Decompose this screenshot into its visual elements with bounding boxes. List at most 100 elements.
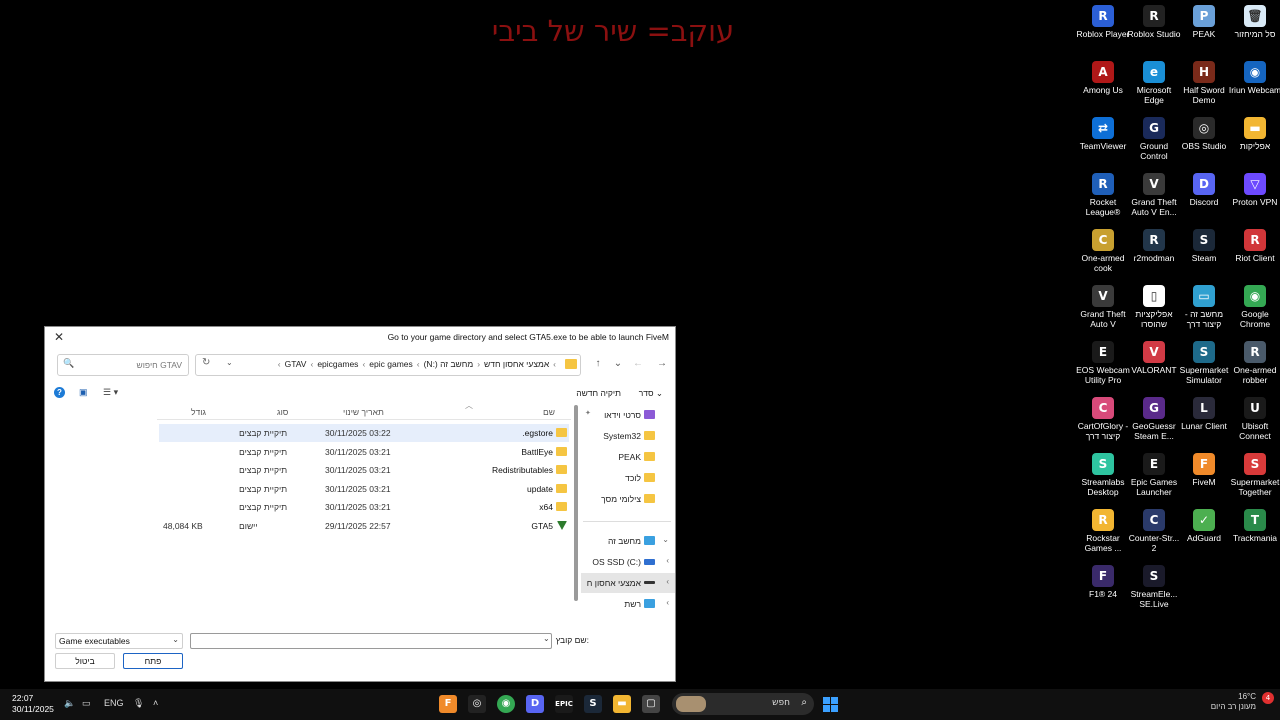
nav-item[interactable]: לוכד [581, 468, 675, 488]
volume-icon[interactable]: 🔈 [64, 698, 75, 709]
desktop-shortcut[interactable]: F FiveM [1176, 453, 1232, 487]
windows-start-icon[interactable] [823, 697, 838, 712]
desktop-shortcut[interactable]: G Ground Control [1126, 117, 1182, 161]
desktop-shortcut[interactable]: P PEAK [1176, 5, 1232, 39]
desktop-shortcut[interactable]: R Rockstar Games ... [1075, 509, 1131, 553]
column-header-date[interactable]: תאריך שינוי [343, 407, 384, 419]
taskbar-search[interactable]: חפש ⌕ [672, 693, 814, 715]
desktop-shortcut[interactable]: U Ubisoft Connect [1227, 397, 1280, 441]
gta-taskbar-icon[interactable]: ◎ [468, 695, 486, 713]
weather-widget[interactable]: 16°C מעונן רב היום [1211, 692, 1256, 712]
desktop-shortcut[interactable]: S Supermarket Together [1227, 453, 1280, 497]
search-input[interactable]: 🔍 חיפוש GTAV [57, 354, 189, 376]
address-dropdown-icon[interactable]: ⌄ [226, 358, 233, 367]
fivem-taskbar-icon[interactable]: F [439, 695, 457, 713]
desktop-shortcut[interactable]: ◉ Google Chrome [1227, 285, 1280, 329]
clock[interactable]: 22:07 30/11/2025 [12, 693, 54, 715]
steam-taskbar-icon[interactable]: S [584, 695, 602, 713]
close-icon[interactable]: ✕ [51, 329, 67, 345]
discord-taskbar-icon[interactable]: D [526, 695, 544, 713]
cancel-button[interactable]: ביטול [55, 653, 115, 669]
file-row[interactable]: Redistributables 30/11/2025 03:21 תיקיית ק… [159, 461, 569, 479]
recent-dropdown-icon[interactable]: ⌄ [611, 357, 625, 371]
chevron-icon[interactable]: ‹ [666, 577, 669, 586]
desktop-shortcut[interactable]: ▬ אפליקות [1227, 117, 1280, 151]
desktop-shortcut[interactable]: ◎ OBS Studio [1176, 117, 1232, 151]
file-row[interactable]: GTA5 29/11/2025 22:57 יישום 48,084 KB [159, 517, 569, 535]
nav-item[interactable]: צילומי מסך [581, 489, 675, 509]
chevron-icon[interactable]: ⌄ [662, 535, 669, 544]
refresh-icon[interactable]: ↻ [202, 357, 210, 368]
desktop-shortcut[interactable]: C CartOfGlory - קיצור דרך [1075, 397, 1131, 441]
breadcrumb-item[interactable]: epicgames [317, 359, 358, 369]
filename-input[interactable]: ⌄ [190, 633, 552, 649]
desktop-shortcut[interactable]: R Roblox Studio [1126, 5, 1182, 39]
desktop-shortcut[interactable]: E EOS Webcam Utility Pro [1075, 341, 1131, 385]
desktop-shortcut[interactable]: C One-armed cook [1075, 229, 1131, 273]
desktop-shortcut[interactable]: ◉ Iriun Webcam [1227, 61, 1280, 95]
view-menu-icon[interactable]: ☰ ▾ [103, 387, 118, 398]
language-indicator[interactable]: ENG [104, 698, 124, 708]
nav-item[interactable]: OS SSD (C:) ‹ [581, 552, 675, 572]
notification-badge[interactable]: 4 [1262, 692, 1274, 704]
desktop-shortcut[interactable]: D Discord [1176, 173, 1232, 207]
desktop-shortcut[interactable]: G GeoGuessr Steam E... [1126, 397, 1182, 441]
organize-menu[interactable]: סדר ⌄ [639, 388, 663, 399]
desktop-shortcut[interactable]: ▽ Proton VPN [1227, 173, 1280, 207]
desktop-shortcut[interactable]: e Microsoft Edge [1126, 61, 1182, 105]
desktop-shortcut[interactable]: ✓ AdGuard [1176, 509, 1232, 543]
desktop-shortcut[interactable]: F F1® 24 [1075, 565, 1131, 599]
file-row[interactable]: x64 30/11/2025 03:21 תיקיית קבצים [159, 498, 569, 516]
desktop-shortcut[interactable]: R Roblox Player [1075, 5, 1131, 39]
column-header-type[interactable]: סוג [277, 407, 288, 419]
nav-item[interactable]: סרטי וידאו ✦ [581, 405, 675, 425]
file-list-scrollbar[interactable] [574, 405, 578, 601]
desktop-shortcut[interactable]: ⇄ TeamViewer [1075, 117, 1131, 151]
back-arrow-icon[interactable]: → [655, 357, 669, 371]
preview-pane-icon[interactable]: ▣ [79, 387, 88, 398]
desktop-shortcut[interactable]: T Trackmania [1227, 509, 1280, 543]
desktop-shortcut[interactable]: E Epic Games Launcher [1126, 453, 1182, 497]
column-header-size[interactable]: גודל [191, 407, 206, 419]
desktop-shortcut[interactable]: H Half Sword Demo [1176, 61, 1232, 105]
microphone-icon[interactable]: 🎙 [133, 698, 144, 709]
desktop-shortcut[interactable]: R Rocket League® [1075, 173, 1131, 217]
file-row[interactable]: .egstore 30/11/2025 03:22 תיקיית קבצים [159, 424, 569, 442]
dialog-titlebar[interactable]: ✕ Go to your game directory and select G… [45, 327, 675, 347]
file-explorer-taskbar-icon[interactable]: ▬ [613, 695, 631, 713]
breadcrumb-item[interactable]: epic games [369, 359, 412, 369]
desktop-shortcut[interactable]: R Riot Client [1227, 229, 1280, 263]
forward-arrow-icon[interactable]: ← [631, 357, 645, 371]
desktop-shortcut[interactable]: A Among Us [1075, 61, 1131, 95]
desktop-shortcut[interactable]: S Steam [1176, 229, 1232, 263]
chevron-down-icon[interactable]: ⌄ [543, 634, 550, 643]
desktop-shortcut[interactable]: ▯ אפליקציות שהוסרו [1126, 285, 1182, 329]
breadcrumb-item[interactable]: מחשב זה [440, 359, 473, 369]
chrome-taskbar-icon[interactable]: ◉ [497, 695, 515, 713]
desktop-shortcut[interactable]: 🗑 סל המיחזור [1227, 5, 1280, 39]
desktop-shortcut[interactable]: V VALORANT [1126, 341, 1182, 375]
chevron-up-icon[interactable]: ˄ [153, 698, 158, 708]
chevron-icon[interactable]: ‹ [666, 556, 669, 565]
desktop-shortcut[interactable]: S StreamEle... SE.Live [1126, 565, 1182, 609]
desktop-shortcut[interactable]: V Grand Theft Auto V [1075, 285, 1131, 329]
nav-item[interactable]: System32 [581, 426, 675, 446]
nav-item[interactable]: PEAK [581, 447, 675, 467]
address-bar[interactable]: ‹ GTAV ‹ epicgames ‹ epic games ‹ (N:) אמצעי אח… [195, 354, 581, 376]
desktop-shortcut[interactable]: C Counter-Str... 2 [1126, 509, 1182, 553]
nav-item[interactable]: אמצעי אחסון ח ‹ [581, 573, 675, 593]
file-row[interactable]: BattlEye 30/11/2025 03:21 תיקיית קבצים [159, 443, 569, 461]
task-view-icon[interactable]: ▢ [642, 695, 660, 713]
desktop-shortcut[interactable]: R One-armed robber [1227, 341, 1280, 385]
desktop-shortcut[interactable]: L Lunar Client [1176, 397, 1232, 431]
chevron-icon[interactable]: ‹ [666, 598, 669, 607]
file-row[interactable]: update 30/11/2025 03:21 תיקיית קבצים [159, 480, 569, 498]
file-type-select[interactable]: Game executables ⌄ [55, 633, 183, 649]
breadcrumb-item[interactable]: GTAV [285, 359, 307, 369]
desktop-shortcut[interactable]: V Grand Theft Auto V En... [1126, 173, 1182, 217]
open-button[interactable]: פתח [123, 653, 183, 669]
desktop-shortcut[interactable]: ▭ מחשב זה - קיצור דרך [1176, 285, 1232, 329]
column-header-name[interactable]: שם [543, 407, 555, 419]
desktop-shortcut[interactable]: S Streamlabs Desktop [1075, 453, 1131, 497]
network-icon[interactable]: ▭ [82, 698, 91, 709]
